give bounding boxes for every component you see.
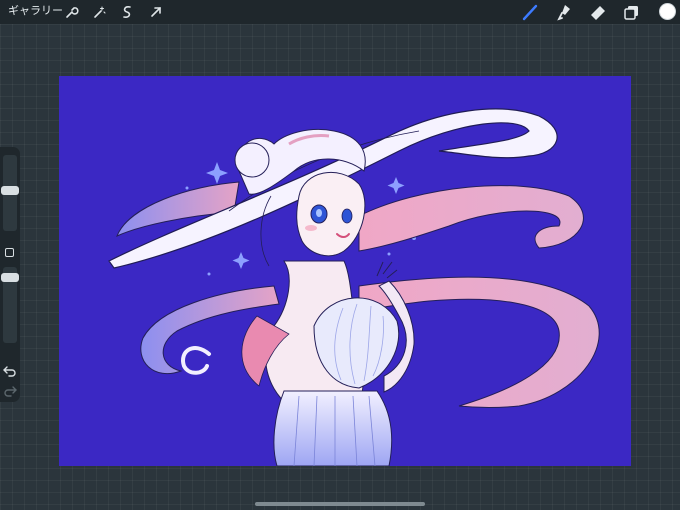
smudge-icon[interactable] (553, 2, 575, 22)
modify-square-icon[interactable] (5, 248, 14, 257)
redo-icon[interactable] (3, 385, 17, 397)
brush-size-slider[interactable] (1, 155, 19, 231)
drawing-canvas[interactable] (59, 76, 631, 466)
top-toolbar: ギャラリー (0, 0, 680, 24)
wrench-icon[interactable] (62, 3, 80, 21)
eraser-icon[interactable] (587, 2, 609, 22)
brush-size-thumb[interactable] (1, 186, 19, 195)
magic-wand-icon[interactable] (90, 3, 108, 21)
brush-icon[interactable] (519, 2, 541, 22)
brush-opacity-thumb[interactable] (1, 273, 19, 282)
brush-sidebar (0, 147, 20, 402)
layers-icon[interactable] (621, 2, 643, 22)
selection-icon[interactable] (118, 3, 136, 21)
undo-icon[interactable] (3, 365, 17, 377)
brush-opacity-slider[interactable] (1, 267, 19, 343)
color-picker-button[interactable] (659, 3, 676, 20)
artwork-illustration (108, 108, 600, 466)
gallery-button[interactable]: ギャラリー (8, 4, 63, 18)
transform-arrow-icon[interactable] (147, 3, 165, 21)
home-indicator (255, 502, 425, 506)
